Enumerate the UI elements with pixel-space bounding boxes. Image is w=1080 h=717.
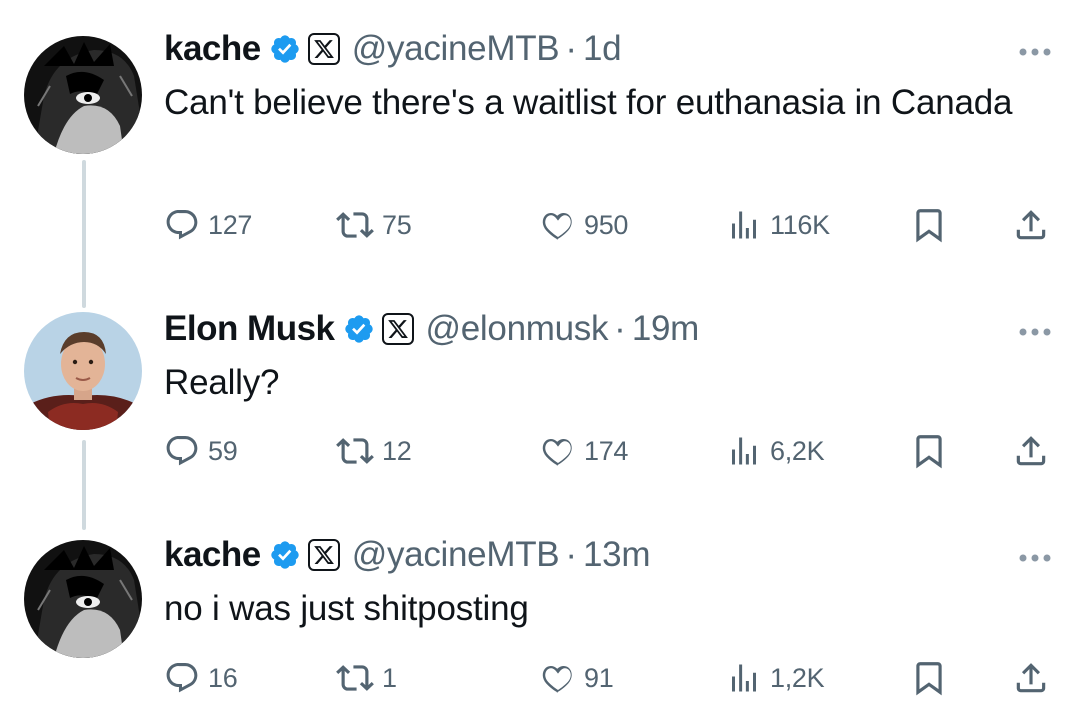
verified-badge-icon: [344, 315, 373, 343]
reply-count: 59: [208, 435, 238, 466]
heart-icon: [542, 439, 572, 466]
retweet-icon: [336, 438, 374, 464]
heart-icon: [542, 213, 572, 240]
retweet-count: 1: [382, 662, 397, 693]
views-icon: [732, 664, 756, 692]
like-button[interactable]: 950: [540, 205, 628, 245]
action-bar: 16 1 91 1,2K: [164, 658, 1054, 698]
retweet-count: 75: [382, 209, 412, 240]
reply-count: 16: [208, 662, 238, 693]
separator-dot: ·: [565, 535, 577, 574]
action-bar: 127 75 950 116K: [164, 205, 1054, 245]
display-name[interactable]: Elon Musk: [164, 309, 335, 349]
views-icon: [732, 437, 756, 465]
bookmark-icon: [916, 662, 942, 696]
tweet-text: no i was just shitposting: [164, 589, 529, 628]
retweet-count: 12: [382, 435, 412, 466]
separator-dot: ·: [565, 29, 577, 68]
reply-icon: [166, 210, 198, 240]
views-button[interactable]: 1,2K: [726, 658, 825, 698]
retweet-button[interactable]: 1: [336, 658, 397, 698]
bookmark-button[interactable]: [910, 431, 948, 471]
tweet[interactable]: Elon Musk @elonmusk · 19m Really? 59 12 …: [0, 300, 1080, 500]
bookmark-icon: [916, 209, 942, 243]
verified-badge-icon: [271, 35, 299, 63]
like-count: 174: [584, 435, 629, 466]
x-logo-icon: [307, 33, 340, 65]
retweet-button[interactable]: 75: [336, 205, 412, 245]
view-count: 1,2K: [770, 662, 825, 693]
views-button[interactable]: 6,2K: [726, 431, 825, 471]
timestamp[interactable]: 19m: [632, 309, 699, 349]
share-icon: [1016, 436, 1046, 466]
view-count: 116K: [770, 209, 830, 240]
action-bar: 59 12 174 6,2K: [164, 431, 1054, 471]
username[interactable]: @yacineMTB: [352, 535, 560, 575]
reply-button[interactable]: 127: [164, 205, 252, 245]
display-name[interactable]: kache: [164, 535, 261, 575]
bookmark-button[interactable]: [910, 658, 948, 698]
bookmark-icon: [916, 435, 942, 469]
avatar[interactable]: [24, 312, 142, 430]
heart-icon: [542, 666, 572, 693]
tweet[interactable]: kache @yacineMTB · 1d Can't believe ther…: [0, 0, 1080, 280]
x-logo-icon: [307, 539, 340, 571]
timestamp[interactable]: 13m: [583, 535, 650, 575]
x-logo-icon: [381, 313, 414, 345]
tweet-text: Really?: [164, 363, 280, 402]
retweet-icon: [336, 212, 374, 238]
username[interactable]: @elonmusk: [426, 309, 609, 349]
timestamp[interactable]: 1d: [583, 29, 622, 69]
more-icon[interactable]: [1018, 47, 1052, 57]
username[interactable]: @yacineMTB: [352, 29, 560, 69]
tweet[interactable]: kache @yacineMTB · 13m no i was just shi…: [0, 525, 1080, 717]
retweet-icon: [336, 665, 374, 691]
views-icon: [732, 211, 756, 239]
share-button[interactable]: [1012, 431, 1050, 471]
reply-count: 127: [208, 209, 253, 240]
reply-button[interactable]: 16: [164, 658, 238, 698]
view-count: 6,2K: [770, 435, 825, 466]
share-icon: [1016, 210, 1046, 240]
views-button[interactable]: 116K: [726, 205, 830, 245]
retweet-button[interactable]: 12: [336, 431, 412, 471]
share-button[interactable]: [1012, 205, 1050, 245]
bookmark-button[interactable]: [910, 205, 948, 245]
display-name[interactable]: kache: [164, 29, 261, 69]
avatar[interactable]: [24, 540, 142, 658]
like-count: 91: [584, 662, 614, 693]
more-icon[interactable]: [1018, 327, 1052, 337]
share-button[interactable]: [1012, 658, 1050, 698]
reply-icon: [166, 663, 198, 693]
tweet-text: Can't believe there's a waitlist for eut…: [164, 83, 1013, 122]
like-count: 950: [584, 209, 629, 240]
reply-button[interactable]: 59: [164, 431, 238, 471]
verified-badge-icon: [271, 541, 299, 569]
like-button[interactable]: 91: [540, 658, 614, 698]
like-button[interactable]: 174: [540, 431, 628, 471]
avatar[interactable]: [24, 36, 142, 154]
more-icon[interactable]: [1018, 553, 1052, 563]
share-icon: [1016, 663, 1046, 693]
reply-icon: [166, 436, 198, 466]
separator-dot: ·: [614, 309, 626, 348]
